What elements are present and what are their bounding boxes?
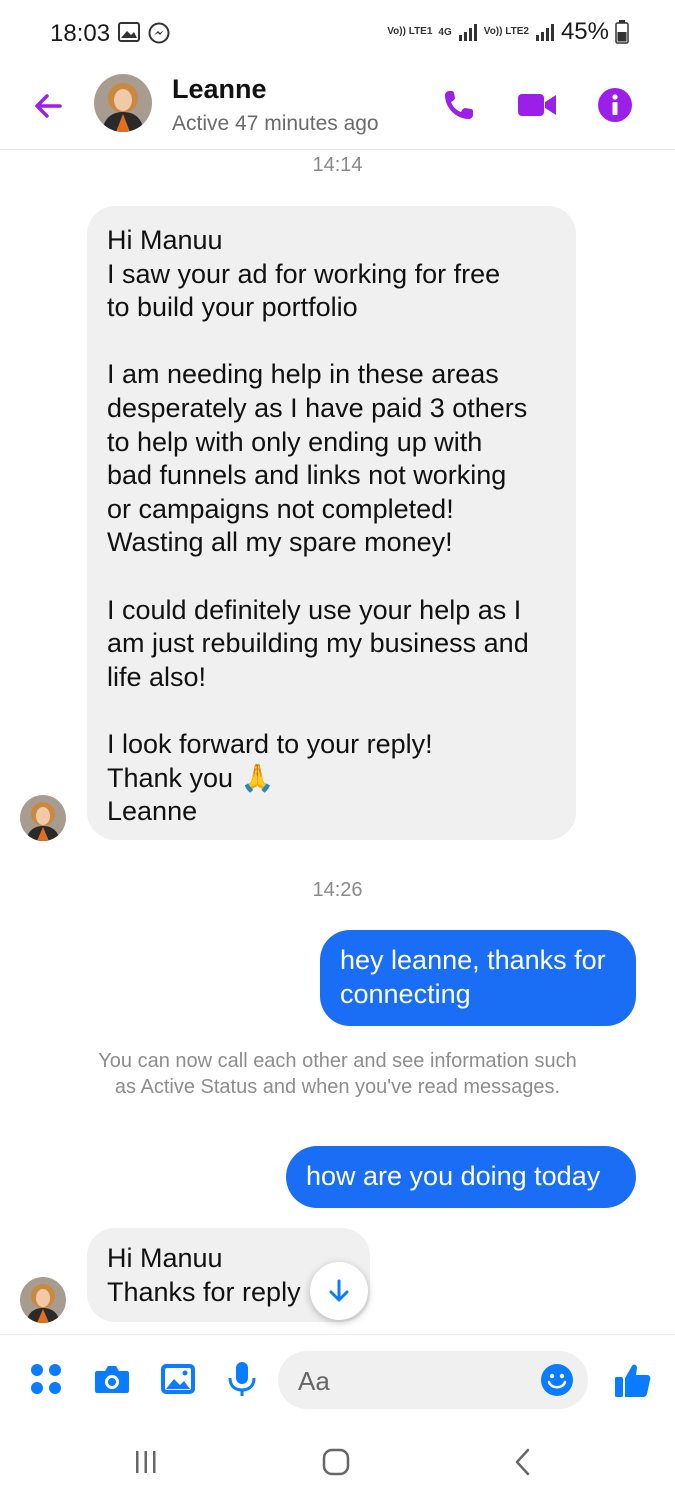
battery-icon [615, 20, 629, 44]
emoji-icon[interactable] [540, 1363, 574, 1397]
phone-icon[interactable] [436, 82, 482, 128]
status-bar: 18:03 Vo)) LTE1 4G Vo)) LTE2 45% [0, 0, 675, 68]
status-indicators: Vo)) LTE1 4G Vo)) LTE2 45% [387, 18, 629, 46]
signal-icon [458, 24, 477, 41]
video-call-icon[interactable] [514, 82, 560, 128]
microphone-icon[interactable] [222, 1359, 262, 1399]
image-icon [118, 22, 140, 42]
thumbs-up-icon[interactable] [612, 1359, 654, 1401]
scroll-to-bottom-button[interactable] [310, 1262, 368, 1320]
active-status: Active 47 minutes ago [172, 112, 379, 135]
outgoing-message[interactable]: hey leanne, thanks for connecting [320, 930, 636, 1026]
contact-avatar[interactable] [94, 74, 152, 132]
incoming-message[interactable]: Hi Manuu I saw your ad for working for f… [87, 206, 576, 840]
message-timestamp: 14:26 [312, 879, 363, 901]
message-input[interactable]: Aa [278, 1351, 588, 1409]
back-icon[interactable] [504, 1442, 544, 1482]
message-timestamp: 14:14 [312, 154, 363, 176]
gallery-icon[interactable] [158, 1359, 198, 1399]
arrow-down-icon [329, 1279, 349, 1302]
messenger-icon [148, 22, 170, 44]
network-type: 4G [438, 26, 452, 38]
back-arrow-icon[interactable] [28, 86, 68, 126]
camera-icon[interactable] [92, 1359, 132, 1399]
signal-icon [535, 24, 554, 41]
outgoing-message[interactable]: how are you doing today [286, 1146, 636, 1208]
info-icon[interactable] [592, 82, 638, 128]
status-time: 18:03 [50, 20, 111, 47]
sim2-label: Vo)) LTE2 [483, 26, 529, 37]
conversation-header: Leanne Active 47 minutes ago [0, 68, 675, 150]
input-placeholder: Aa [298, 1366, 330, 1396]
contact-name[interactable]: Leanne [172, 74, 267, 105]
sim1-label: Vo)) LTE1 [387, 26, 433, 37]
message-composer: Aa [0, 1334, 675, 1426]
more-actions-icon[interactable] [26, 1359, 66, 1399]
connection-notice: You can now call each other and see info… [98, 1050, 577, 1098]
recent-apps-icon[interactable] [126, 1442, 166, 1482]
sender-avatar[interactable] [20, 795, 66, 841]
sender-avatar[interactable] [20, 1277, 66, 1323]
home-icon[interactable] [316, 1442, 356, 1482]
system-nav-bar [0, 1426, 675, 1500]
battery-percent: 45% [560, 18, 609, 45]
